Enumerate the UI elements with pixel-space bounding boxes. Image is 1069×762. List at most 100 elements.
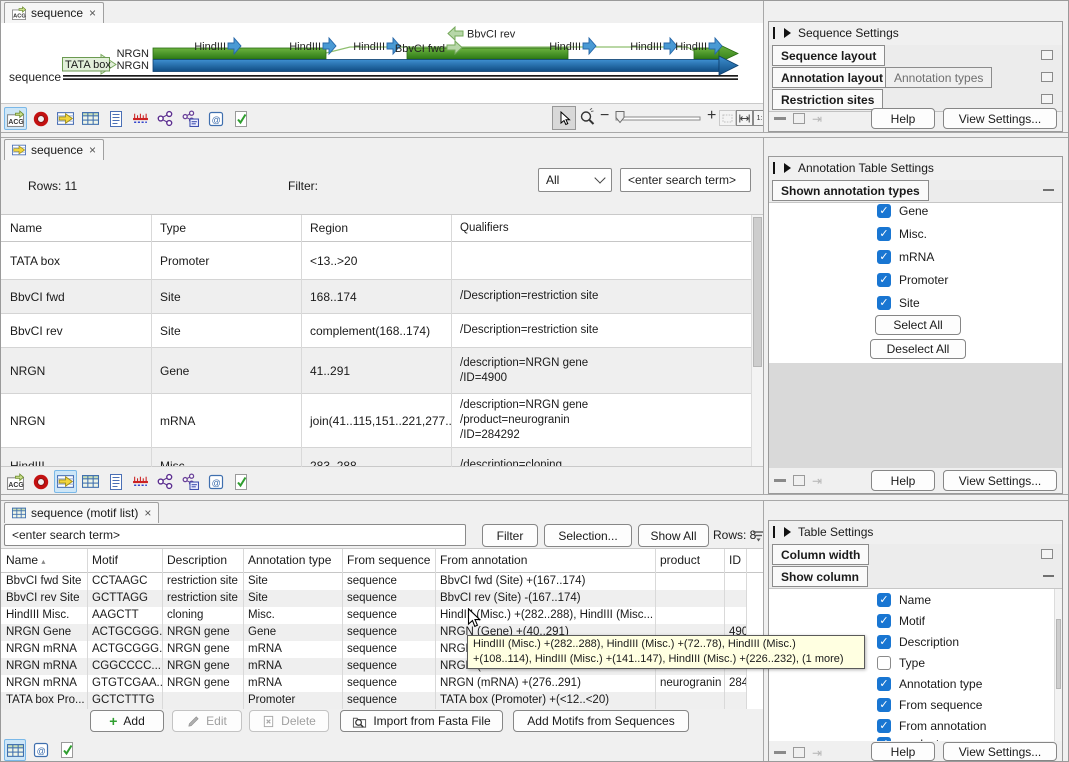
group-restriction-sites[interactable]: Restriction sites xyxy=(772,89,883,110)
palette-icon[interactable] xyxy=(1041,50,1053,60)
select-all-button[interactable]: Select All xyxy=(875,315,961,335)
table-settings-header[interactable]: Table Settings xyxy=(773,521,873,543)
filter-button[interactable]: Filter xyxy=(482,524,538,547)
table-row[interactable]: BbvCI fwd Site 168..174 /Description=res… xyxy=(1,280,751,314)
zoom-tool-icon[interactable] xyxy=(578,108,596,129)
search-input[interactable]: <enter search term> xyxy=(4,524,466,546)
panel-dock-controls[interactable]: ⇥ xyxy=(774,475,822,486)
checkbox-site[interactable]: ✓ Site xyxy=(877,296,920,310)
table-header-row[interactable]: Name ▴ Motif Description Annotation type… xyxy=(1,549,763,573)
checkbox-promoter[interactable]: ✓ Promoter xyxy=(877,273,948,287)
search-input[interactable]: <enter search term> xyxy=(620,168,751,192)
horizontal-splitter[interactable] xyxy=(1,494,1069,501)
checkbox-icon[interactable]: ✓ xyxy=(877,677,891,691)
restore-icon[interactable] xyxy=(793,113,805,124)
cloning-view-icon[interactable] xyxy=(154,470,177,493)
checkbox-icon[interactable]: ✓ xyxy=(877,614,891,628)
group-annotation-types[interactable]: Annotation types xyxy=(885,67,992,88)
add-motifs-button[interactable]: Add Motifs from Sequences xyxy=(513,710,689,732)
column-header[interactable]: Description xyxy=(162,549,243,572)
column-header[interactable]: Annotation type xyxy=(243,549,342,572)
element-info-icon[interactable] xyxy=(229,470,252,493)
delete-button[interactable]: Delete xyxy=(249,710,329,732)
checkbox-motif[interactable]: ✓ Motif xyxy=(877,614,925,628)
vertical-splitter[interactable] xyxy=(763,138,768,494)
tab-annotation-table[interactable]: sequence × xyxy=(4,139,104,160)
panel-dock-controls[interactable]: ⇥ xyxy=(774,747,822,758)
zoom-slider[interactable] xyxy=(612,109,704,126)
vertical-scrollbar[interactable] xyxy=(751,215,763,467)
close-icon[interactable]: × xyxy=(144,506,151,520)
checkbox-icon[interactable]: ✓ xyxy=(877,204,891,218)
history-icon[interactable] xyxy=(204,107,227,130)
motif-table[interactable]: Name ▴ Motif Description Annotation type… xyxy=(1,548,763,709)
checkbox-description[interactable]: ✓ Description xyxy=(877,635,959,649)
restore-icon[interactable] xyxy=(793,475,805,486)
checkbox-icon[interactable]: ✓ xyxy=(877,296,891,310)
primer-view-icon[interactable] xyxy=(179,470,202,493)
zoom-to-selection-icon[interactable] xyxy=(719,110,736,126)
help-button[interactable]: Help xyxy=(871,470,935,491)
table-row[interactable]: BbvCI rev SiteGCTTAGGrestriction siteSit… xyxy=(1,590,746,607)
table-row[interactable]: NRGN mRNAGTGTCGAA...NRGN genemRNAsequenc… xyxy=(1,675,746,692)
zoom-slider-thumb[interactable] xyxy=(616,112,624,123)
table-view-icon[interactable] xyxy=(4,739,26,761)
scrollbar-thumb[interactable] xyxy=(1056,619,1061,689)
group-shown-annotation-types[interactable]: Shown annotation types xyxy=(772,180,929,201)
column-header[interactable]: Region xyxy=(301,221,451,235)
column-header[interactable]: Name xyxy=(1,221,151,235)
restore-icon[interactable] xyxy=(793,747,805,758)
tata-box-annotation[interactable]: TATA box xyxy=(63,55,117,75)
table-row[interactable]: NRGN Gene 41..291 /description=NRGN gene… xyxy=(1,348,751,394)
annotation-table[interactable]: Name Type Region Qualifiers TATA box Pro… xyxy=(1,214,763,467)
table-row[interactable]: TATA box Pro...GCTCTTTGPromotersequenceT… xyxy=(1,692,746,709)
text-view-icon[interactable] xyxy=(104,470,127,493)
checkbox-annotation-type[interactable]: ✓ Annotation type xyxy=(877,677,982,691)
tab-sequence-view[interactable]: sequence × xyxy=(4,2,104,23)
help-button[interactable]: Help xyxy=(871,742,935,761)
checkbox-product[interactable]: ✓ product xyxy=(877,737,939,741)
annotation-table-icon[interactable] xyxy=(54,107,77,130)
element-info-icon[interactable] xyxy=(56,739,78,761)
checkbox-from-sequence[interactable]: ✓ From sequence xyxy=(877,698,982,712)
collapse-section-icon[interactable] xyxy=(1043,575,1054,577)
table-view-icon[interactable] xyxy=(79,107,102,130)
palette-icon[interactable] xyxy=(1041,72,1053,82)
view-settings-button[interactable]: View Settings... xyxy=(943,742,1057,761)
zoom-in-icon[interactable]: + xyxy=(707,107,716,125)
column-header[interactable]: From sequence xyxy=(342,549,435,572)
checkbox-icon[interactable]: ✓ xyxy=(877,719,891,733)
dock-side-icon[interactable]: ⇥ xyxy=(812,748,822,758)
checkbox-icon[interactable]: ✓ xyxy=(877,593,891,607)
column-header[interactable]: Qualifiers xyxy=(451,221,751,236)
close-icon[interactable]: × xyxy=(89,6,96,20)
text-view-icon[interactable] xyxy=(104,107,127,130)
cloning-view-icon[interactable] xyxy=(154,107,177,130)
dock-side-icon[interactable]: ⇥ xyxy=(812,114,822,124)
sequence-settings-header[interactable]: Sequence Settings xyxy=(773,22,899,44)
palette-icon[interactable] xyxy=(1041,549,1053,559)
checkbox-from-annotation[interactable]: ✓ From annotation xyxy=(877,719,986,733)
minimize-icon[interactable] xyxy=(774,117,786,120)
deselect-all-button[interactable]: Deselect All xyxy=(870,339,966,359)
column-header[interactable]: Name ▴ xyxy=(1,549,87,572)
vertical-splitter[interactable] xyxy=(763,501,768,762)
column-header[interactable]: From annotation xyxy=(435,549,655,572)
checkbox-gene[interactable]: ✓ Gene xyxy=(877,204,928,218)
selection-tool-icon[interactable] xyxy=(552,106,576,130)
checkbox-icon[interactable]: ✓ xyxy=(877,737,891,741)
vertical-splitter[interactable] xyxy=(763,1,768,132)
group-column-width[interactable]: Column width xyxy=(772,544,869,565)
element-info-icon[interactable] xyxy=(229,107,252,130)
collapse-section-icon[interactable] xyxy=(1043,189,1054,191)
checkbox-type[interactable]: ✓ Type xyxy=(877,656,925,670)
minimize-icon[interactable] xyxy=(774,479,786,482)
tab-motif-list[interactable]: sequence (motif list) × xyxy=(4,502,159,523)
minimize-icon[interactable] xyxy=(774,751,786,754)
column-header[interactable]: Motif xyxy=(87,549,162,572)
fit-width-icon[interactable] xyxy=(736,110,753,126)
group-sequence-layout[interactable]: Sequence layout xyxy=(772,45,885,66)
checkbox-icon[interactable]: ✓ xyxy=(877,656,891,670)
close-icon[interactable]: × xyxy=(89,143,96,157)
show-all-button[interactable]: Show All xyxy=(638,524,709,547)
